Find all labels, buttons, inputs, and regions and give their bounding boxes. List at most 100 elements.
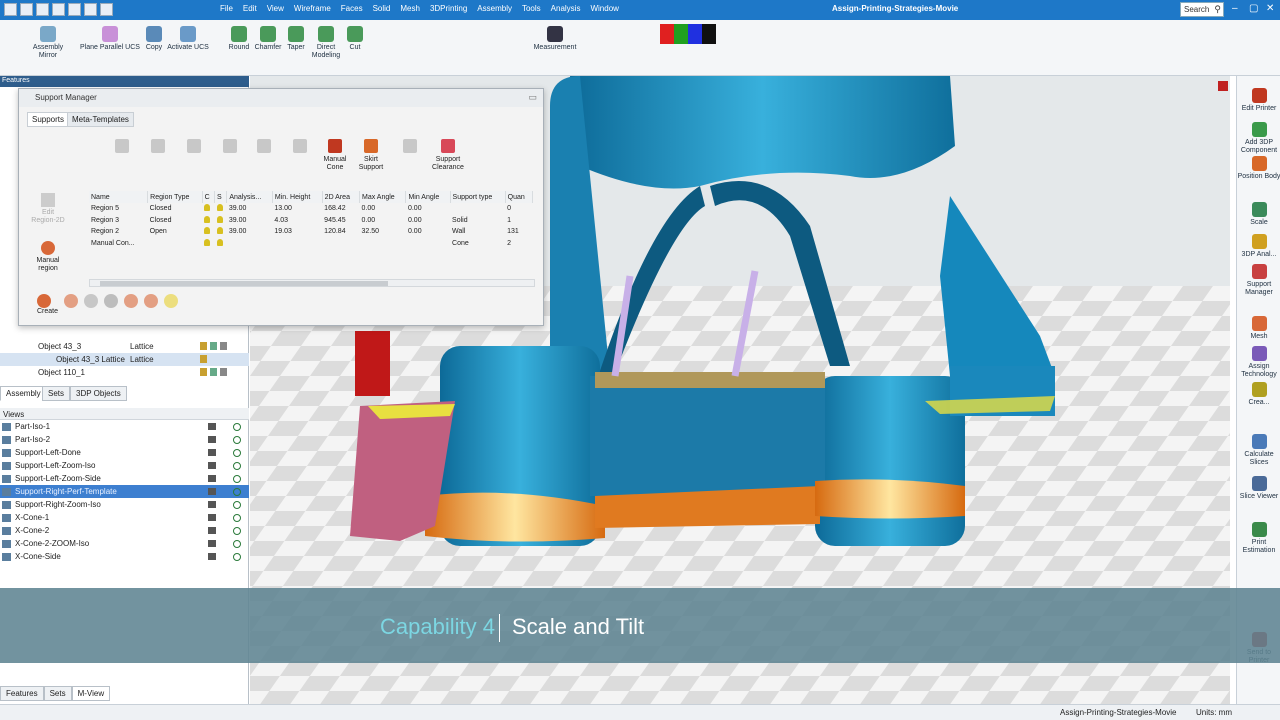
menu-faces[interactable]: Faces: [341, 4, 363, 13]
zoom-icon[interactable]: [233, 540, 241, 548]
zoom-icon[interactable]: [233, 449, 241, 457]
menu-edit[interactable]: Edit: [243, 4, 257, 13]
tree-row[interactable]: Object 43_3 Lattice: [0, 340, 249, 353]
camera-icon[interactable]: [208, 462, 216, 469]
table-row[interactable]: Region 3 Closed 39.00 4.03 945.45 0.00 0.00 Sol…: [89, 215, 533, 227]
camera-icon[interactable]: [208, 514, 216, 521]
rightbar-item[interactable]: Add 3DP Component: [1237, 122, 1280, 155]
column-header[interactable]: Min Angle: [405, 191, 451, 203]
menu-assembly[interactable]: Assembly: [477, 4, 512, 13]
rightbar-item[interactable]: Support Manager: [1237, 264, 1280, 297]
rightbar-item[interactable]: Position Body: [1237, 156, 1280, 181]
camera-icon[interactable]: [208, 488, 216, 495]
bulb-icon[interactable]: [216, 215, 223, 223]
zoom-icon[interactable]: [233, 475, 241, 483]
visibility-icon[interactable]: [200, 342, 227, 350]
menu-file[interactable]: File: [220, 4, 233, 13]
maximize-icon[interactable]: ▢: [1249, 3, 1258, 14]
camera-icon[interactable]: [208, 436, 216, 443]
tree-row[interactable]: Object 43_3 Lattice Lattice: [0, 353, 249, 366]
undo-icon[interactable]: [68, 3, 81, 16]
visibility-icon[interactable]: [200, 355, 207, 363]
menu-mesh[interactable]: Mesh: [400, 4, 420, 13]
activate-ucs-button[interactable]: Activate UCS: [166, 26, 210, 52]
column-header[interactable]: Name: [89, 191, 149, 203]
tab-supports[interactable]: Supports: [27, 112, 70, 127]
bulb-icon[interactable]: [104, 294, 119, 308]
print-icon[interactable]: [52, 3, 65, 16]
table-row[interactable]: Region 2 Open 39.00 19.03 120.84 32.50 0.00 Wal…: [89, 226, 533, 238]
dialog-close-icon[interactable]: ▭: [528, 92, 537, 103]
camera-icon[interactable]: [208, 501, 216, 508]
bulb-icon[interactable]: [216, 227, 223, 235]
view-row[interactable]: Support-Left-Zoom-Side: [0, 472, 249, 485]
view-row[interactable]: X-Cone-2: [0, 524, 249, 537]
tab-features[interactable]: Features: [0, 686, 44, 701]
zoom-icon[interactable]: [233, 527, 241, 535]
view-row[interactable]: Support-Left-Zoom-Iso: [0, 459, 249, 472]
create-button[interactable]: Create: [37, 294, 58, 315]
open-icon[interactable]: [20, 3, 33, 16]
table-row[interactable]: Region 5 Closed 39.00 13.00 168.42 0.00 0.00 0: [89, 203, 533, 215]
visibility-icon[interactable]: [200, 368, 227, 376]
support-clearance-button[interactable]: Support Clearance: [427, 139, 469, 172]
bulb-icon[interactable]: [216, 238, 223, 246]
zoom-icon[interactable]: [233, 462, 241, 470]
direct-modeling-button[interactable]: Direct Modeling: [306, 26, 346, 60]
column-header[interactable]: S: [214, 191, 228, 203]
plane-parallel-ucs-button[interactable]: Plane Parallel UCS: [80, 26, 140, 52]
close-icon[interactable]: ✕: [1266, 3, 1274, 14]
zoom-icon[interactable]: [233, 514, 241, 522]
camera-icon[interactable]: [208, 475, 216, 482]
manual-cone-button[interactable]: Manual Cone: [316, 139, 354, 172]
bulb-icon[interactable]: [204, 215, 211, 223]
color-palette[interactable]: [660, 24, 716, 44]
view-row[interactable]: Support-Right-Perf-Template: [0, 485, 249, 498]
camera-icon[interactable]: [208, 527, 216, 534]
column-header[interactable]: Analysis...: [226, 191, 273, 203]
minimize-icon[interactable]: –: [1232, 3, 1238, 14]
search-icon[interactable]: ⚲: [1214, 4, 1221, 15]
region-tool-icon[interactable]: [124, 294, 139, 308]
view-row[interactable]: Support-Right-Zoom-Iso: [0, 498, 249, 511]
tab-meta-templates[interactable]: Meta-Templates: [67, 112, 134, 127]
view-row[interactable]: Support-Left-Done: [0, 446, 249, 459]
menu-analysis[interactable]: Analysis: [551, 4, 581, 13]
tab-sets-bottom[interactable]: Sets: [43, 686, 72, 701]
region-tool-icon[interactable]: [64, 294, 79, 308]
rightbar-item[interactable]: Assign Technology: [1237, 346, 1280, 379]
menu-wireframe[interactable]: Wireframe: [294, 4, 331, 13]
zoom-icon[interactable]: [233, 423, 241, 431]
tab-3dp-objects[interactable]: 3DP Objects: [70, 386, 127, 401]
menu-3dprinting[interactable]: 3DPrinting: [430, 4, 467, 13]
tab-sets[interactable]: Sets: [42, 386, 71, 401]
menu-tools[interactable]: Tools: [522, 4, 541, 13]
camera-icon[interactable]: [208, 553, 216, 560]
bulb-icon[interactable]: [204, 238, 211, 246]
bulb-icon[interactable]: [84, 294, 99, 308]
viewport-close-icon[interactable]: [1218, 81, 1228, 91]
tree-row[interactable]: Object 110_1: [0, 366, 249, 379]
rightbar-item[interactable]: 3DP Anal...: [1237, 234, 1280, 259]
bulb-icon[interactable]: [204, 227, 211, 235]
view-row[interactable]: X-Cone-2-ZOOM-Iso: [0, 537, 249, 550]
zoom-icon[interactable]: [233, 553, 241, 561]
rightbar-item[interactable]: Mesh: [1237, 316, 1280, 341]
taper-button[interactable]: Taper: [284, 26, 308, 52]
bulb-icon[interactable]: [216, 204, 223, 212]
chamfer-button[interactable]: Chamfer: [252, 26, 284, 52]
scroll-thumb[interactable]: [100, 281, 388, 286]
copy-button[interactable]: Copy: [142, 26, 166, 52]
rightbar-item[interactable]: Print Estimation: [1237, 522, 1280, 555]
skirt-support-button[interactable]: Skirt Support: [352, 139, 390, 172]
view-row[interactable]: X-Cone-Side: [0, 550, 249, 563]
measurement-button[interactable]: Measurement: [528, 26, 582, 52]
menu-view[interactable]: View: [267, 4, 284, 13]
column-header[interactable]: 2D Area: [322, 191, 361, 203]
camera-icon[interactable]: [208, 540, 216, 547]
rightbar-item[interactable]: Crea...: [1237, 382, 1280, 407]
tab-assembly[interactable]: Assembly: [0, 386, 47, 401]
column-header[interactable]: Quan: [505, 191, 534, 203]
search-input[interactable]: Search ⚲: [1180, 2, 1224, 17]
redo-icon[interactable]: [84, 3, 97, 16]
